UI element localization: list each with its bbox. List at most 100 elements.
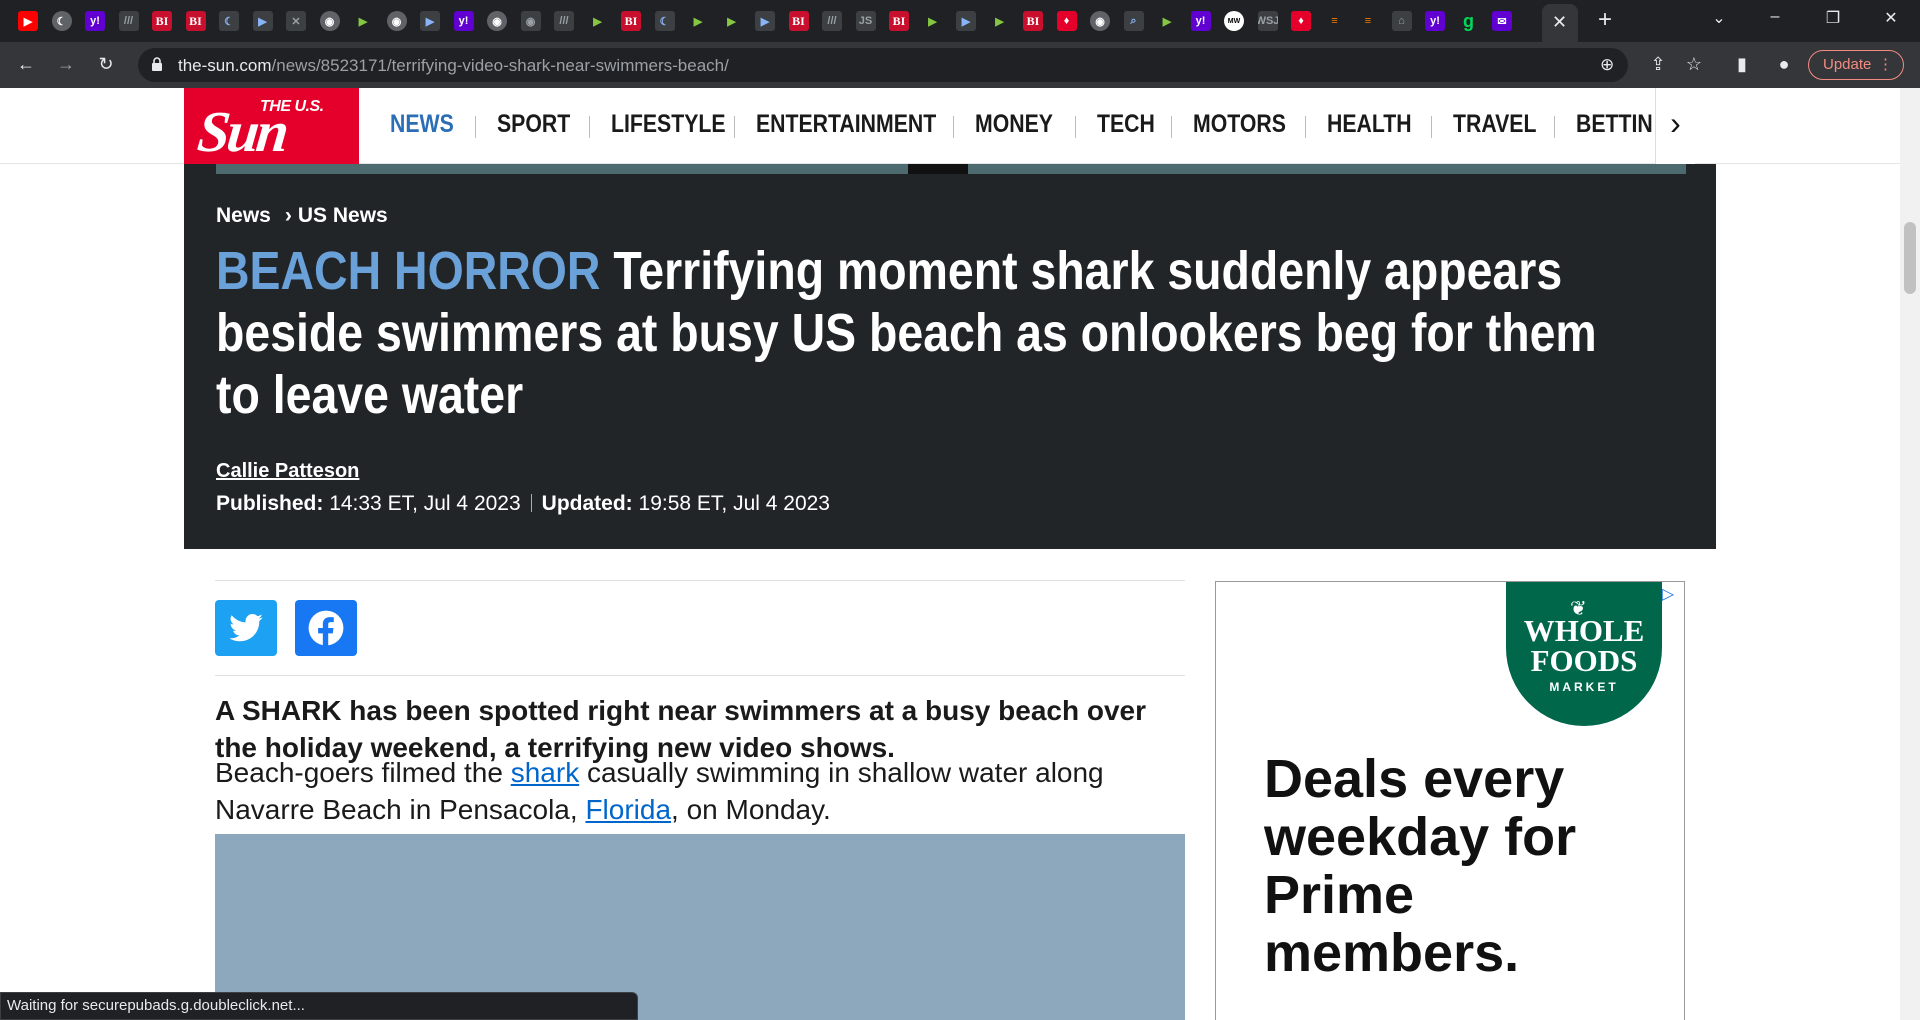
address-bar[interactable]: the-sun.com/news/8523171/terrifying-vide… — [138, 48, 1628, 82]
nav-item-tech[interactable]: TECH — [1097, 110, 1155, 139]
sheet-icon[interactable]: ✕ — [286, 11, 306, 31]
close-window-button[interactable]: ✕ — [1876, 8, 1906, 28]
page-title: BEACH HORROR Terrifying moment shark sud… — [216, 240, 1635, 426]
nav-divider — [1431, 116, 1432, 138]
business-insider-icon[interactable]: BI — [152, 11, 172, 31]
nav-item-lifestyle[interactable]: LIFESTYLE — [611, 110, 726, 139]
bookmark-icon[interactable]: ≡ — [1325, 11, 1345, 31]
wsj-icon[interactable]: WSJ — [1257, 11, 1278, 31]
bookmark-star-icon[interactable]: ☆ — [1682, 54, 1706, 74]
globe-icon[interactable]: ◉ — [386, 11, 407, 31]
breadcrumb-us-news[interactable]: US News — [298, 204, 388, 227]
business-insider-icon[interactable]: BI — [1023, 11, 1043, 31]
yahoo-mail-icon[interactable]: ✉ — [1492, 11, 1512, 31]
twitter-share-button[interactable] — [215, 600, 277, 656]
adchoices-icon[interactable]: ▷ — [1662, 584, 1674, 604]
bookmark-icon[interactable]: ≡ — [1358, 11, 1378, 31]
tab-search-icon[interactable]: ⌄ — [1704, 8, 1734, 28]
crescent-icon[interactable]: ☾ — [654, 11, 675, 31]
facebook-icon — [308, 610, 344, 647]
play-icon[interactable]: ▶ — [252, 11, 273, 31]
rumble-icon[interactable]: ▶ — [990, 11, 1010, 31]
browser-tab-strip: ▶ ☾ y! /// BI BI ☾ ▶ ✕ ◉ ▶ ◉ ▶ y! ◉ ◉ /// ▶ BI ☾ ▶ ▶ ▶ BI /// JS B… — [0, 0, 1920, 42]
rumble-icon[interactable]: ▶ — [923, 11, 943, 31]
yahoo-icon[interactable]: y! — [1190, 11, 1211, 31]
shark-link[interactable]: shark — [511, 757, 579, 788]
play-icon[interactable]: ▶ — [956, 11, 976, 31]
nav-item-sport[interactable]: SPORT — [497, 110, 570, 139]
nav-divider — [1554, 116, 1555, 138]
rumble-icon[interactable]: ▶ — [353, 11, 373, 31]
updated-value: 19:58 ET, Jul 4 2023 — [638, 492, 830, 515]
updated-label: Updated: — [541, 492, 633, 515]
globe-icon[interactable]: ☾ — [51, 11, 72, 31]
wsj-icon[interactable]: /// — [554, 11, 574, 31]
play-icon[interactable]: ▶ — [755, 11, 775, 31]
marketwatch-icon[interactable]: MW — [1224, 11, 1244, 31]
rumble-icon[interactable]: ▶ — [1157, 11, 1177, 31]
grammarly-icon[interactable]: g — [1459, 11, 1479, 31]
youtube-icon[interactable]: ▶ — [18, 11, 38, 31]
the-sun-icon[interactable]: ♦ — [1291, 11, 1311, 31]
yahoo-icon[interactable]: y! — [453, 11, 474, 31]
active-tab[interactable]: ✕ — [1542, 4, 1578, 42]
reload-icon[interactable]: ↻ — [94, 54, 118, 74]
crescent-icon[interactable]: ☾ — [219, 11, 239, 31]
business-insider-icon[interactable]: BI — [185, 11, 206, 31]
profile-icon[interactable]: ● — [1772, 54, 1796, 74]
author-link[interactable]: Callie Patteson — [216, 460, 359, 483]
minimize-button[interactable]: – — [1760, 8, 1790, 26]
nav-item-news[interactable]: NEWS — [390, 110, 454, 139]
share-icon[interactable]: ⇪ — [1646, 54, 1670, 74]
new-tab-button[interactable]: + — [1598, 8, 1612, 32]
nav-item-motors[interactable]: MOTORS — [1193, 110, 1286, 139]
breadcrumb-news[interactable]: News — [216, 204, 271, 227]
nav-item-travel[interactable]: TRAVEL — [1453, 110, 1536, 139]
js-icon[interactable]: JS — [855, 11, 876, 31]
yahoo-icon[interactable]: y! — [85, 11, 105, 31]
url-path: /news/8523171/terrifying-video-shark-nea… — [271, 56, 729, 75]
back-icon[interactable]: ← — [14, 54, 38, 74]
search-icon[interactable]: ⌕ — [1123, 11, 1144, 31]
status-bar: Waiting for securepubads.g.doubleclick.n… — [0, 992, 638, 1020]
update-button[interactable]: Update ⋮ — [1808, 50, 1904, 80]
forward-icon[interactable]: → — [54, 54, 78, 74]
nav-divider — [1075, 116, 1076, 138]
zoom-icon[interactable]: ⊕ — [1600, 55, 1614, 75]
url-text[interactable]: the-sun.com/news/8523171/terrifying-vide… — [178, 56, 729, 76]
rumble-icon[interactable]: ▶ — [688, 11, 708, 31]
wsj-icon[interactable]: /// — [118, 11, 139, 31]
close-tab-icon[interactable]: ✕ — [1552, 12, 1567, 33]
facebook-share-button[interactable] — [295, 600, 357, 656]
the-sun-logo[interactable]: THE U.S. Sun — [184, 88, 359, 164]
business-insider-icon[interactable]: BI — [889, 11, 909, 31]
restore-button[interactable]: ❐ — [1818, 8, 1848, 28]
nav-item-entertainment[interactable]: ENTERTAINMENT — [756, 110, 936, 139]
article-dates: Published: 14:33 ET, Jul 4 2023 Updated: … — [216, 492, 830, 516]
scrollbar[interactable] — [1900, 88, 1920, 1020]
scrollbar-thumb[interactable] — [1904, 222, 1916, 294]
the-sun-icon[interactable]: ♦ — [1056, 11, 1077, 31]
nav-item-money[interactable]: MONEY — [975, 110, 1053, 139]
business-insider-icon[interactable]: BI — [621, 11, 641, 31]
rumble-icon[interactable]: ▶ — [588, 11, 608, 31]
advertisement[interactable]: ▷ ❦ WHOLE FOODS MARKET Deals every weekda… — [1215, 581, 1685, 1020]
nav-more-chevron-icon[interactable]: › — [1655, 88, 1695, 164]
article-paragraph: Beach-goers filmed the shark casually sw… — [215, 757, 1104, 825]
yahoo-icon[interactable]: y! — [1425, 11, 1445, 31]
globe-icon[interactable]: ◉ — [487, 11, 507, 31]
wsj-icon[interactable]: /// — [822, 11, 842, 31]
business-insider-icon[interactable]: BI — [788, 11, 809, 31]
nav-item-health[interactable]: HEALTH — [1327, 110, 1412, 139]
globe-icon[interactable]: ◉ — [1090, 11, 1110, 31]
menu-dots-icon[interactable]: ⋮ — [1878, 51, 1893, 79]
play-icon[interactable]: ▶ — [420, 11, 440, 31]
rumble-icon[interactable]: ▶ — [722, 11, 742, 31]
starbucks-icon[interactable]: ◉ — [520, 11, 541, 31]
home-icon[interactable]: ⌂ — [1391, 11, 1412, 31]
florida-link[interactable]: Florida — [585, 794, 671, 825]
nav-divider — [589, 116, 590, 138]
nav-item-bettin[interactable]: BETTIN — [1576, 110, 1653, 139]
side-panel-icon[interactable]: ▮ — [1730, 54, 1754, 74]
globe-icon[interactable]: ◉ — [319, 11, 340, 31]
